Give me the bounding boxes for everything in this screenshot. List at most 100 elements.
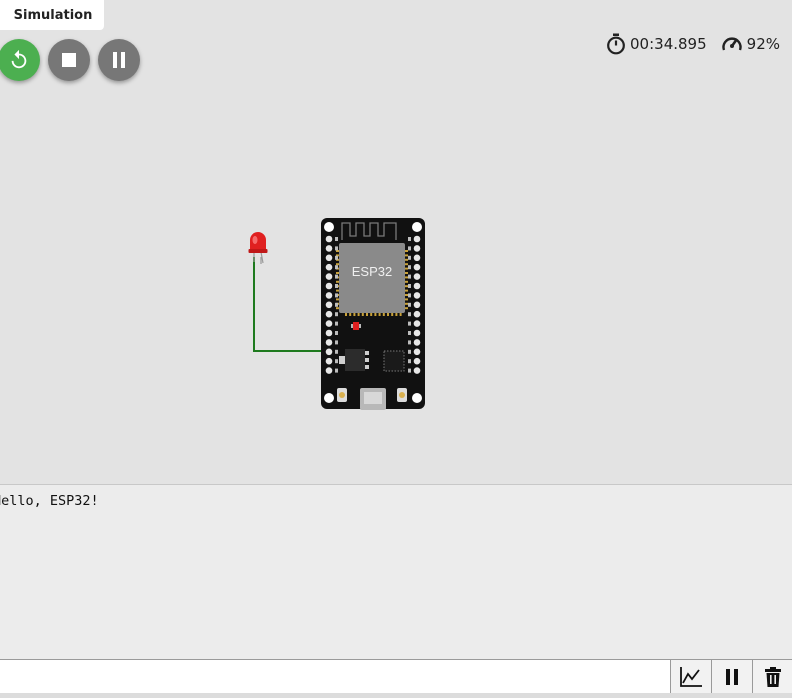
header-pin[interactable] [325,339,333,346]
pin-label-mark [335,331,338,335]
tab-simulation[interactable]: Simulation [0,0,104,30]
pin-label-mark [408,312,411,317]
module-pad [405,302,408,305]
pin-label-mark [335,302,338,307]
serial-pause-button[interactable] [711,660,752,693]
pin-label-mark [335,368,338,373]
pin-label-mark [408,349,411,354]
pin-label-mark [408,246,411,251]
module-pad [405,289,408,292]
pin-label-mark [335,246,338,251]
pin-label-mark [335,265,338,270]
pin-label-mark [408,265,411,270]
module-pad [405,263,408,266]
header-pin[interactable] [325,357,333,365]
wire[interactable] [253,257,327,352]
module-pad [336,263,339,266]
restart-button[interactable] [0,39,40,81]
module-pad [399,313,402,316]
speedometer-icon [721,34,743,54]
pin-label-mark [335,321,338,326]
module-pad [378,313,381,316]
pin-label-mark [408,293,411,298]
module-pad [349,313,352,316]
pin-label-mark [408,368,411,373]
module-pad [405,298,408,301]
header-pin[interactable] [413,273,421,280]
module-pad [405,294,408,296]
module-pad [387,313,389,316]
module-pad [405,258,408,261]
serial-input[interactable] [0,660,668,693]
header-pin[interactable] [325,292,333,299]
module-pad [336,289,339,292]
header-pin[interactable] [325,273,333,280]
header-pin[interactable] [413,235,421,243]
header-pin[interactable] [413,263,421,271]
pause-icon [113,52,125,68]
stop-button[interactable] [48,39,90,81]
module-pad [336,298,339,301]
module-pad [395,313,398,316]
header-pin[interactable] [325,282,333,290]
circuit-diagram: ESP32 [248,218,425,410]
pause-icon [726,668,738,685]
header-pin[interactable] [325,254,333,262]
serial-input-bar [0,659,792,694]
header-pin[interactable] [325,235,333,243]
module-pad [336,272,339,274]
pause-button[interactable] [98,39,140,81]
header-pin[interactable] [325,310,333,318]
led[interactable] [248,232,268,264]
header-pin[interactable] [325,301,333,309]
module-pad [405,272,408,274]
header-pin[interactable] [413,357,421,365]
module-pad [405,285,408,288]
module-pad [336,307,339,310]
module-pad [345,313,347,316]
header-pin[interactable] [413,367,421,374]
chart-icon [680,666,702,687]
header-pin[interactable] [413,348,421,356]
stop-icon [62,53,76,67]
module-pad [405,276,408,279]
board-label: ESP32 [352,264,392,279]
module-pad [357,313,360,316]
header-pin[interactable] [413,292,421,299]
module-pad [382,313,385,316]
pin-label-mark [335,255,338,260]
pin-label-mark [408,302,411,307]
pin-label-mark [408,321,411,326]
trash-icon [765,666,781,687]
header-pin[interactable] [413,245,421,252]
pin-label-mark [408,237,411,241]
module-pad [361,313,364,316]
clear-button[interactable] [752,660,792,693]
header-pin[interactable] [413,339,421,346]
header-pin[interactable] [413,329,421,337]
header-pin[interactable] [413,254,421,262]
pin-label-mark [408,331,411,335]
pin-label-mark [335,340,338,345]
header-pin[interactable] [325,263,333,271]
simulation-speed: 92% [746,35,780,53]
header-pin[interactable] [413,282,421,290]
plotter-button[interactable] [670,660,711,693]
pin-label-mark [335,359,338,364]
pin-label-mark [408,284,411,288]
pin-label-mark [335,349,338,354]
header-pin[interactable] [325,348,333,356]
header-pin[interactable] [325,367,333,374]
header-pin[interactable] [325,245,333,252]
header-pin[interactable] [413,320,421,327]
header-pin[interactable] [325,329,333,337]
pin-label-mark [408,255,411,260]
header-pin[interactable] [413,310,421,318]
header-pin[interactable] [413,301,421,309]
bottom-strip [0,693,792,698]
simulation-canvas[interactable]: Simulation 00:34.895 92% ESP32 [0,0,792,484]
esp32-board[interactable]: ESP32 [321,218,425,410]
module-pad [374,313,377,316]
header-pin[interactable] [325,320,333,327]
pin-label-mark [408,340,411,345]
